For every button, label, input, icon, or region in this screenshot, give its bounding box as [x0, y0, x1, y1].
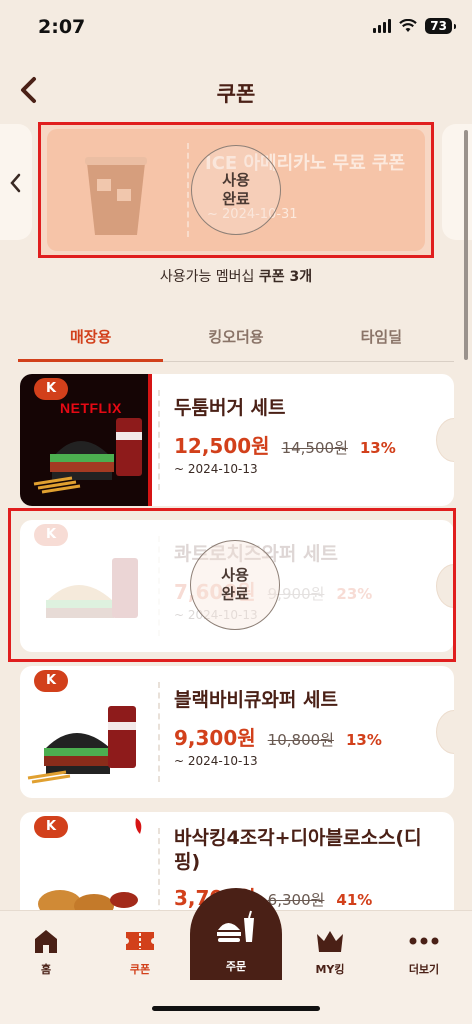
carousel-prev-button[interactable]: [0, 124, 32, 240]
nav-order-button[interactable]: 주문: [190, 888, 282, 980]
tab-king-order[interactable]: 킹오더용: [163, 316, 308, 361]
coupon-title: 바삭킹4조각+디아블로소스(디핑): [174, 827, 422, 873]
coupon-ticket-icon: [126, 932, 154, 950]
chevron-left-icon: [10, 173, 21, 193]
discount-rate: 13%: [345, 731, 382, 749]
tab-time-deal[interactable]: 타임딜: [309, 316, 454, 361]
nav-order-label: 주문: [225, 960, 247, 973]
nav-home[interactable]: 홈: [6, 927, 86, 977]
page-header: 쿠폰: [0, 68, 472, 118]
page-title: 쿠폰: [216, 82, 256, 106]
sale-price: 9,300원: [174, 726, 256, 750]
home-indicator: [152, 1006, 320, 1011]
nav-my-king[interactable]: MY킹: [290, 927, 370, 977]
coupon-valid-date: ~ 2024-10-13: [174, 754, 258, 768]
discount-rate: 41%: [336, 891, 373, 909]
cellular-signal-icon: [373, 19, 392, 33]
chili-pepper-icon: [135, 818, 142, 834]
coupon-title: 블랙바비큐와퍼 세트: [174, 689, 338, 711]
home-icon: [35, 930, 57, 953]
burger-set-image: [33, 418, 142, 494]
coupon-card[interactable]: K NETFLIX 두툼버거 세트 12,500원 14,500원 13% ~ …: [20, 374, 454, 506]
nav-home-label: 홈: [40, 963, 52, 976]
original-price: 14,500원: [281, 439, 348, 457]
nav-coupon-label: 쿠폰: [129, 963, 151, 976]
battery-indicator: 73: [425, 18, 456, 34]
coupon-divider: [158, 682, 160, 782]
coupon-card[interactable]: K 블랙바비큐와퍼 세트 9,300원 10,800원 13% ~ 2024-1…: [20, 666, 454, 798]
status-icons: 73: [373, 18, 456, 34]
tab-store[interactable]: 매장용: [18, 316, 164, 362]
burger-drink-icon: [217, 910, 254, 942]
coupon-divider: [158, 390, 160, 490]
nav-more[interactable]: 더보기: [384, 927, 464, 977]
coupon-valid-date: ~ 2024-10-13: [174, 462, 258, 476]
status-time: 2:07: [38, 16, 86, 38]
scrollbar[interactable]: [464, 130, 468, 360]
used-stamp: 사용 완료: [191, 145, 281, 235]
coupon-tabs: 매장용 킹오더용 타임딜: [18, 316, 454, 362]
more-dots-icon: [409, 937, 439, 945]
burger-set-image: [27, 706, 136, 784]
price-row: 9,300원 10,800원 13%: [174, 722, 382, 751]
highlight-box: [8, 508, 456, 662]
sale-price: 12,500원: [174, 434, 270, 458]
membership-coupon-card[interactable]: ICE 아메리카노 무료 쿠폰 ~ 2024-10-31 사용 완료: [38, 122, 434, 258]
coupon-divider: [187, 143, 189, 237]
iced-coffee-image: [85, 157, 147, 235]
coupon-divider: [158, 828, 160, 910]
membership-available-count: 사용가능 멤버십 쿠폰 3개: [159, 269, 313, 285]
coupon-notch: [436, 710, 454, 754]
coupon-image: K NETFLIX: [20, 374, 152, 506]
original-price: 6,300원: [267, 891, 325, 909]
status-bar: 2:07 73: [0, 0, 472, 56]
nav-my-king-label: MY킹: [315, 963, 345, 976]
price-row: 12,500원 14,500원 13%: [174, 430, 396, 459]
nav-coupon[interactable]: 쿠폰: [100, 927, 180, 977]
nav-more-label: 더보기: [408, 963, 440, 976]
crown-icon: [317, 931, 343, 952]
original-price: 10,800원: [267, 731, 334, 749]
coupon-notch: [436, 418, 454, 462]
discount-rate: 13%: [359, 439, 396, 457]
coupon-image: K: [20, 666, 152, 798]
wifi-icon: [399, 19, 418, 32]
coupon-title: 두툼버거 세트: [174, 397, 286, 419]
